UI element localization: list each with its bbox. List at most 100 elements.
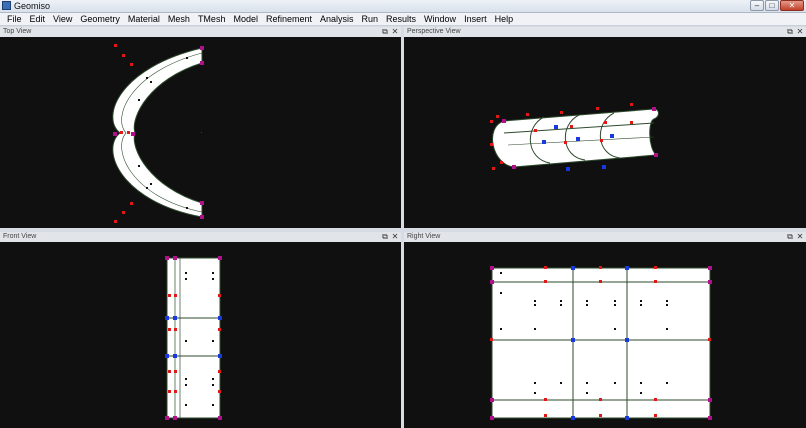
origin-marker <box>201 132 202 133</box>
window-title: Geomiso <box>14 1 51 11</box>
knot-marker <box>586 304 588 306</box>
menu-window[interactable]: Window <box>420 13 460 25</box>
menu-model[interactable]: Model <box>229 13 262 25</box>
top-view-drawing <box>112 44 204 223</box>
control-point <box>502 119 506 123</box>
control-point <box>625 338 629 342</box>
control-point <box>492 167 495 170</box>
menu-analysis[interactable]: Analysis <box>316 13 358 25</box>
control-point <box>544 414 547 417</box>
menu-run[interactable]: Run <box>358 13 383 25</box>
perspective-view-canvas[interactable] <box>404 37 806 228</box>
viewport-header: Top View ⧉ ✕ <box>0 27 401 37</box>
control-point <box>173 354 177 358</box>
right-view-canvas[interactable] <box>404 242 806 428</box>
knot-marker <box>534 392 536 394</box>
control-point <box>130 63 133 66</box>
knot-marker <box>212 378 214 380</box>
menu-file[interactable]: File <box>3 13 26 25</box>
control-point <box>490 398 494 402</box>
menu-geometry[interactable]: Geometry <box>76 13 124 25</box>
knot-marker <box>640 392 642 394</box>
close-button[interactable]: ✕ <box>780 0 804 11</box>
menu-results[interactable]: Results <box>382 13 420 25</box>
control-point <box>604 121 607 124</box>
perspective-view-viewport[interactable]: Perspective View ⧉ ✕ <box>404 27 806 228</box>
arch-surface <box>112 47 203 218</box>
knot-marker <box>614 300 616 302</box>
knot-marker <box>614 304 616 306</box>
knot-marker <box>185 378 187 380</box>
control-point <box>174 370 177 373</box>
knot-marker <box>212 278 214 280</box>
control-point <box>544 280 547 283</box>
control-point <box>490 143 493 146</box>
knot-marker <box>186 57 188 59</box>
float-icon[interactable]: ⧉ <box>786 233 794 241</box>
control-point <box>165 316 169 320</box>
knot-marker <box>614 328 616 330</box>
menu-tmesh[interactable]: TMesh <box>194 13 230 25</box>
knot-marker <box>185 384 187 386</box>
knot-marker <box>534 304 536 306</box>
control-point <box>596 107 599 110</box>
control-point <box>174 390 177 393</box>
top-view-canvas[interactable] <box>0 37 401 228</box>
control-point <box>625 416 629 420</box>
control-point <box>131 132 135 136</box>
maximize-button[interactable]: □ <box>765 0 779 11</box>
control-point <box>174 328 177 331</box>
knot-marker <box>586 392 588 394</box>
close-icon[interactable]: ✕ <box>796 233 804 241</box>
control-point <box>625 266 629 270</box>
knot-marker <box>185 272 187 274</box>
control-point <box>218 370 221 373</box>
knot-marker <box>146 77 148 79</box>
top-view-viewport[interactable]: Top View ⧉ ✕ <box>0 27 401 228</box>
float-icon[interactable]: ⧉ <box>786 28 794 36</box>
close-icon[interactable]: ✕ <box>391 28 399 36</box>
control-point <box>200 215 204 219</box>
menu-bar: File Edit View Geometry Material Mesh TM… <box>0 13 806 26</box>
knot-marker <box>534 328 536 330</box>
minimize-button[interactable]: – <box>750 0 764 11</box>
control-point <box>599 266 602 269</box>
knot-marker <box>212 404 214 406</box>
control-point <box>512 165 516 169</box>
knot-marker <box>150 81 152 83</box>
front-view-canvas[interactable] <box>0 242 401 428</box>
knot-marker <box>185 340 187 342</box>
control-point <box>571 266 575 270</box>
front-view-viewport[interactable]: Front View ⧉ ✕ <box>0 232 401 428</box>
knot-marker <box>586 300 588 302</box>
knot-marker <box>500 272 502 274</box>
menu-mesh[interactable]: Mesh <box>164 13 194 25</box>
float-icon[interactable]: ⧉ <box>381 28 389 36</box>
knot-marker <box>138 99 140 101</box>
control-point <box>113 132 117 136</box>
menu-help[interactable]: Help <box>491 13 518 25</box>
app-icon <box>2 1 11 10</box>
viewport-header: Front View ⧉ ✕ <box>0 232 401 242</box>
control-point <box>218 256 222 260</box>
menu-view[interactable]: View <box>49 13 76 25</box>
control-point <box>168 390 171 393</box>
menu-material[interactable]: Material <box>124 13 164 25</box>
float-icon[interactable]: ⧉ <box>381 233 389 241</box>
close-icon[interactable]: ✕ <box>796 28 804 36</box>
control-point <box>542 140 546 144</box>
control-point <box>490 416 494 420</box>
control-point <box>218 416 222 420</box>
knot-marker <box>212 340 214 342</box>
knot-marker <box>212 272 214 274</box>
control-point <box>630 103 633 106</box>
knot-marker <box>534 300 536 302</box>
right-view-viewport[interactable]: Right View ⧉ ✕ <box>404 232 806 428</box>
control-point <box>526 113 529 116</box>
close-icon[interactable]: ✕ <box>391 233 399 241</box>
menu-refinement[interactable]: Refinement <box>262 13 316 25</box>
knot-marker <box>534 382 536 384</box>
menu-insert[interactable]: Insert <box>460 13 491 25</box>
control-point <box>173 256 177 260</box>
menu-edit[interactable]: Edit <box>26 13 50 25</box>
